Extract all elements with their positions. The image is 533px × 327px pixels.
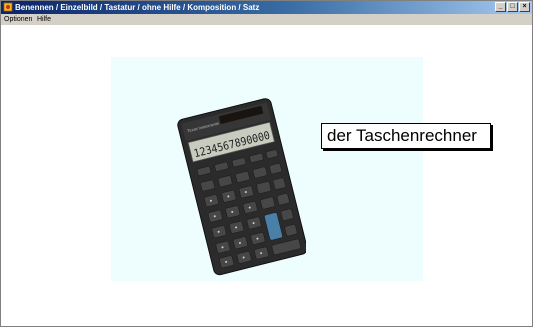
menu-item-optionen[interactable]: Optionen — [4, 14, 32, 25]
application-window: Benennen / Einzelbild / Tastatur / ohne … — [0, 0, 533, 327]
minimize-button[interactable]: _ — [495, 2, 506, 12]
title-bar[interactable]: Benennen / Einzelbild / Tastatur / ohne … — [1, 1, 532, 14]
window-title: Benennen / Einzelbild / Tastatur / ohne … — [15, 3, 260, 12]
menu-item-hilfe[interactable]: Hilfe — [37, 14, 51, 25]
caption-label: der Taschenrechner — [321, 123, 491, 149]
app-icon — [3, 2, 13, 12]
maximize-button[interactable]: □ — [507, 2, 518, 12]
menu-bar: Optionen Hilfe — [1, 14, 532, 25]
close-button[interactable]: × — [519, 2, 530, 12]
calculator-image: Texas Instruments 1234567890000 — [177, 98, 306, 276]
window-controls: _ □ × — [495, 2, 530, 13]
